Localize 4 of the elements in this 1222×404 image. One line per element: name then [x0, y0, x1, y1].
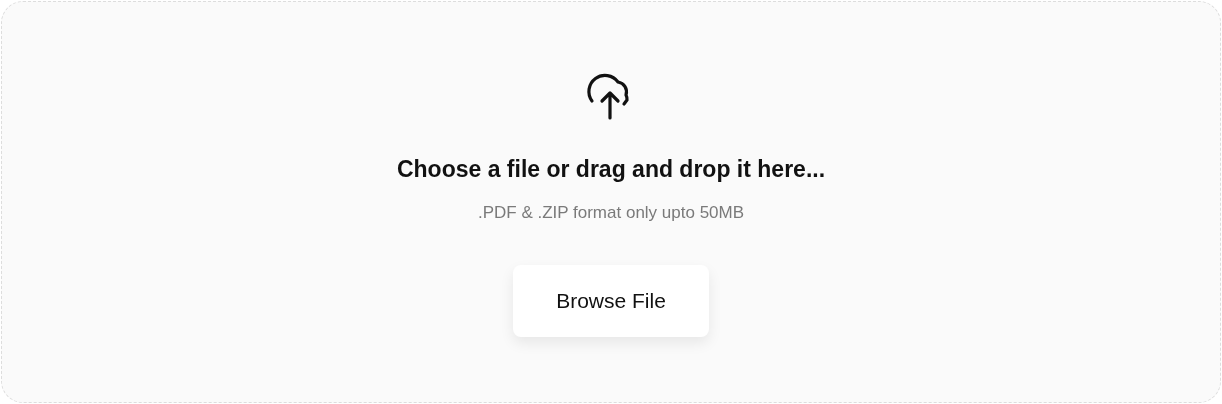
upload-title: Choose a file or drag and drop it here... — [396, 156, 826, 183]
drop-zone[interactable]: Choose a file or drag and drop it here... .PDF & .ZIP format only upto 50MB Browse File — [1, 1, 1221, 403]
browse-file-button[interactable]: Browse File — [513, 265, 709, 337]
format-hint: .PDF & .ZIP format only upto 50MB — [477, 203, 745, 223]
